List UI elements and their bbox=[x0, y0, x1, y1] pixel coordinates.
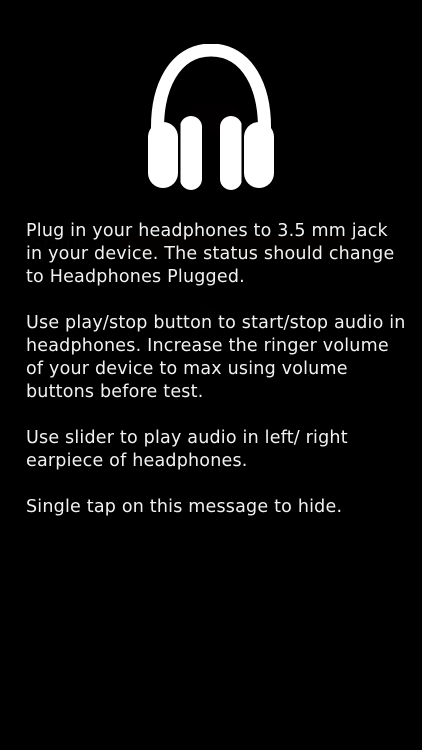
instructions-overlay[interactable]: Plug in your headphones to 3.5 mm jack i… bbox=[0, 0, 422, 750]
instruction-paragraph-hide: Single tap on this message to hide. bbox=[26, 497, 343, 517]
instruction-paragraph-play: Use play/stop button to start/stop audio… bbox=[26, 313, 406, 402]
instruction-paragraph-slider: Use slider to play audio in left/ right … bbox=[26, 428, 348, 471]
headphones-icon bbox=[146, 43, 276, 190]
instruction-paragraph-plug: Plug in your headphones to 3.5 mm jack i… bbox=[26, 221, 395, 287]
instructions-text: Plug in your headphones to 3.5 mm jack i… bbox=[26, 220, 406, 542]
